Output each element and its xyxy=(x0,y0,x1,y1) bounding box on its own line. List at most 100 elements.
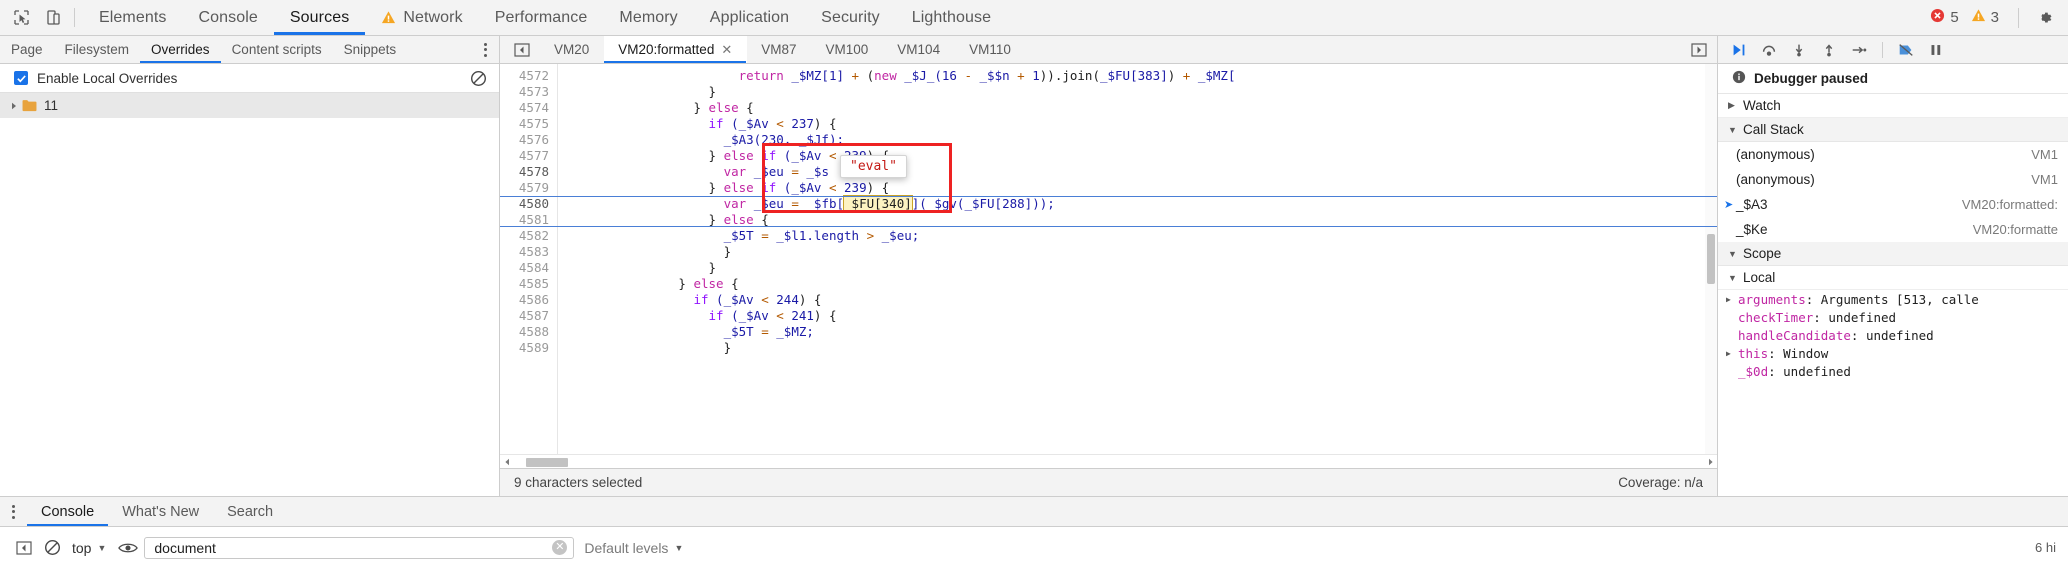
tab-performance[interactable]: Performance xyxy=(479,0,604,35)
code-line[interactable]: } xyxy=(558,244,1717,260)
tab-lighthouse[interactable]: Lighthouse xyxy=(896,0,1007,35)
code-line[interactable]: } else { xyxy=(558,276,1717,292)
code-line[interactable]: return _$MZ[1] + (new _$J_(16 - _$$n + 1… xyxy=(558,68,1717,84)
close-icon[interactable]: ✕ xyxy=(721,43,732,56)
line-number[interactable]: 4588 xyxy=(500,324,557,340)
code-line[interactable]: _$5T = _$l1.length > _$eu; xyxy=(558,228,1717,244)
editor-more-icon[interactable] xyxy=(1681,36,1717,63)
line-number[interactable]: 4585 xyxy=(500,276,557,292)
line-number[interactable]: 4578 xyxy=(500,164,557,180)
clear-configuration-icon[interactable] xyxy=(470,70,487,87)
code-line[interactable]: } else { xyxy=(558,212,1717,228)
console-sidebar-icon[interactable] xyxy=(10,535,38,561)
code-line[interactable]: var _$eu = _$s xyxy=(558,164,1717,180)
error-count-badge[interactable]: 5 xyxy=(1930,8,1959,27)
device-toolbar-icon[interactable] xyxy=(42,7,64,29)
section-scope[interactable]: ▼ Scope xyxy=(1718,242,2068,266)
override-folder-row[interactable]: 11 xyxy=(0,93,499,118)
horizontal-scroll-track[interactable] xyxy=(514,455,1703,469)
step-icon[interactable] xyxy=(1846,39,1872,61)
step-out-icon[interactable] xyxy=(1816,39,1842,61)
console-context-selector[interactable]: top ▼ xyxy=(66,540,112,556)
line-number[interactable]: 4582 xyxy=(500,228,557,244)
gear-icon[interactable] xyxy=(2036,9,2054,27)
drawer-more-icon[interactable] xyxy=(0,497,27,526)
code-line[interactable]: if (_$Av < 237) { xyxy=(558,116,1717,132)
scroll-right-arrow-icon[interactable] xyxy=(1703,458,1717,466)
code-line[interactable]: _$A3(230, _$Jf); xyxy=(558,132,1717,148)
step-over-icon[interactable] xyxy=(1756,39,1782,61)
editor-tab-vm104[interactable]: VM104 xyxy=(883,36,955,63)
warning-count-badge[interactable]: 3 xyxy=(1971,8,1999,27)
line-number[interactable]: 4581 xyxy=(500,212,557,228)
scope-variable-row[interactable]: checkTimer: undefined xyxy=(1718,308,2068,326)
editor-vertical-scrollbar[interactable] xyxy=(1705,64,1717,454)
code-content[interactable]: return _$MZ[1] + (new _$J_(16 - _$$n + 1… xyxy=(558,64,1717,454)
selected-token[interactable]: _$FU[340] xyxy=(843,195,913,212)
scope-variable-row[interactable]: handleCandidate: undefined xyxy=(1718,326,2068,344)
editor-tab-vm20[interactable]: VM20 xyxy=(540,36,604,63)
clear-console-icon[interactable] xyxy=(38,535,66,561)
code-line[interactable]: } else if (_$Av < 239) { xyxy=(558,148,1717,164)
call-stack-row[interactable]: ➤ _$A3 VM20:formatted: xyxy=(1718,192,2068,217)
section-watch[interactable]: ▶ Watch xyxy=(1718,94,2068,118)
tab-application[interactable]: Application xyxy=(694,0,805,35)
line-number[interactable]: 4580 xyxy=(500,196,557,212)
pause-icon[interactable] xyxy=(1923,39,1949,61)
scroll-left-arrow-icon[interactable] xyxy=(500,458,514,466)
code-line[interactable]: } xyxy=(558,340,1717,356)
code-line[interactable]: var _$eu = _$fb[_$FU[340]](_$gv(_$FU[288… xyxy=(558,195,1717,212)
code-line[interactable]: _$5T = _$MZ; xyxy=(558,324,1717,340)
console-filter-input[interactable] xyxy=(154,539,553,556)
editor-tab-vm87[interactable]: VM87 xyxy=(747,36,811,63)
editor-tab-vm100[interactable]: VM100 xyxy=(812,36,884,63)
code-line[interactable]: if (_$Av < 244) { xyxy=(558,292,1717,308)
chevron-right-icon[interactable]: ▶ xyxy=(1726,295,1736,304)
code-editor[interactable]: 4572 4573 4574 4575 4576 4577 4578 4579 4580 4581… xyxy=(500,64,1717,454)
scope-variable-row[interactable]: ▶ arguments: Arguments [513, calle xyxy=(1718,290,2068,308)
editor-tab-vm20-formatted[interactable]: VM20:formatted ✕ xyxy=(604,36,748,63)
nav-tab-overrides[interactable]: Overrides xyxy=(140,36,221,63)
line-number[interactable]: 4586 xyxy=(500,292,557,308)
line-number[interactable]: 4575 xyxy=(500,116,557,132)
enable-overrides-checkbox[interactable] xyxy=(14,71,28,85)
line-number[interactable]: 4589 xyxy=(500,340,557,356)
tab-sources[interactable]: Sources xyxy=(273,0,366,35)
chevron-right-icon[interactable]: ▶ xyxy=(1726,349,1736,358)
editor-tab-vm110[interactable]: VM110 xyxy=(955,36,1026,63)
call-stack-row[interactable]: _$Ke VM20:formatte xyxy=(1718,217,2068,242)
drawer-tab-search[interactable]: Search xyxy=(213,497,287,526)
tab-elements[interactable]: Elements xyxy=(83,0,183,35)
play-icon[interactable] xyxy=(1726,39,1752,61)
nav-tab-snippets[interactable]: Snippets xyxy=(333,36,408,63)
tab-network[interactable]: Network xyxy=(365,0,478,35)
scope-local-header[interactable]: ▼ Local xyxy=(1718,266,2068,290)
console-filter-box[interactable]: ✕ xyxy=(144,536,575,559)
code-line[interactable]: } xyxy=(558,84,1717,100)
line-number[interactable]: 4572 xyxy=(500,68,557,84)
more-options-icon[interactable] xyxy=(472,36,499,63)
tab-console[interactable]: Console xyxy=(183,0,274,35)
deactivate-breakpoints-icon[interactable] xyxy=(1893,39,1919,61)
chevron-right-icon[interactable] xyxy=(8,100,20,112)
nav-tab-content-scripts[interactable]: Content scripts xyxy=(221,36,333,63)
line-number[interactable]: 4579 xyxy=(500,180,557,196)
scope-variable-row[interactable]: ▶ this: Window xyxy=(1718,344,2068,362)
call-stack-row[interactable]: (anonymous) VM1 xyxy=(1718,142,2068,167)
drawer-tab-console[interactable]: Console xyxy=(27,497,109,526)
line-number[interactable]: 4573 xyxy=(500,84,557,100)
call-stack-row[interactable]: (anonymous) VM1 xyxy=(1718,167,2068,192)
line-number[interactable]: 4587 xyxy=(500,308,557,324)
editor-horizontal-scrollbar[interactable] xyxy=(500,454,1717,468)
section-call-stack[interactable]: ▼ Call Stack xyxy=(1718,118,2068,142)
line-number[interactable]: 4583 xyxy=(500,244,557,260)
code-line[interactable]: } xyxy=(558,260,1717,276)
tab-scroll-left-icon[interactable] xyxy=(500,36,540,63)
tab-memory[interactable]: Memory xyxy=(603,0,693,35)
console-levels-selector[interactable]: Default levels ▼ xyxy=(574,540,693,556)
code-line[interactable]: } else { xyxy=(558,100,1717,116)
line-number[interactable]: 4577 xyxy=(500,148,557,164)
horizontal-scroll-thumb[interactable] xyxy=(526,457,568,467)
line-number[interactable]: 4576 xyxy=(500,132,557,148)
vertical-scroll-thumb[interactable] xyxy=(1707,234,1715,284)
